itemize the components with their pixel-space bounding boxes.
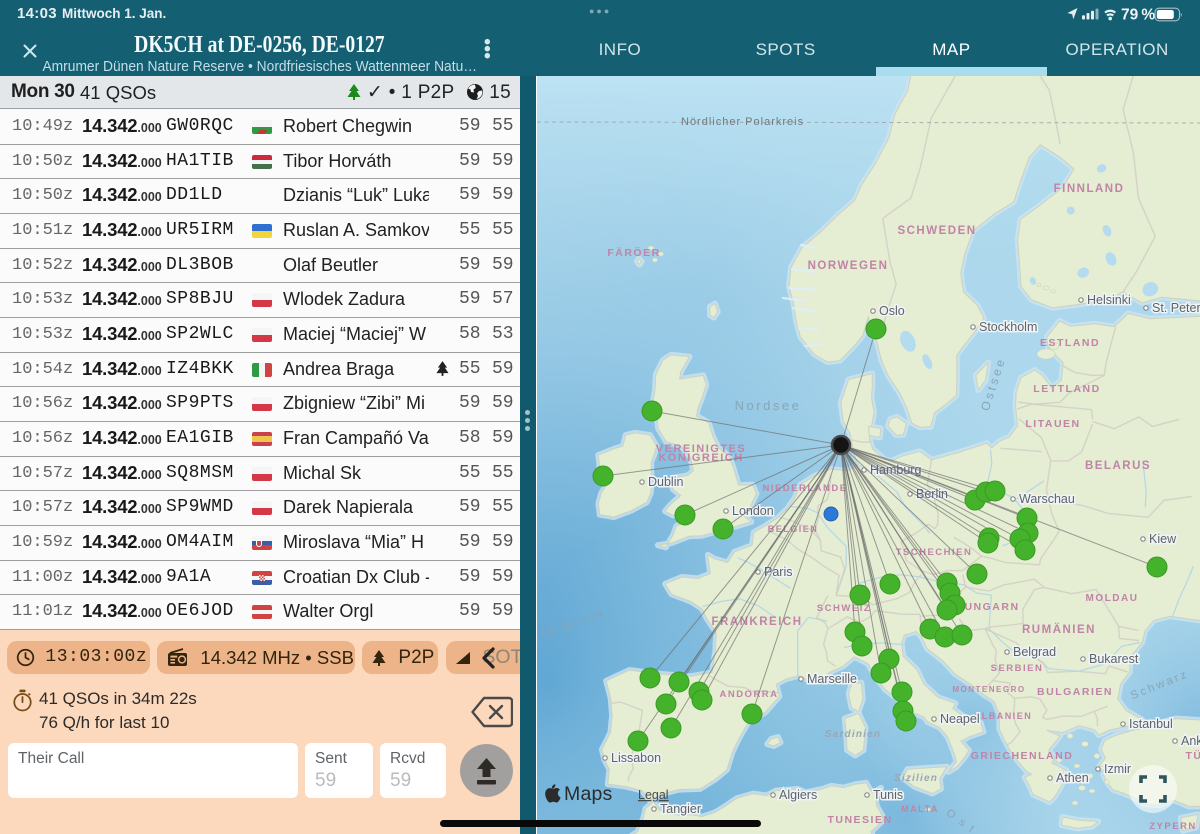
svg-text:Nordsee: Nordsee: [735, 398, 802, 413]
svg-text:Sizilien: Sizilien: [894, 773, 938, 784]
svg-text:TÜ: TÜ: [1186, 749, 1200, 762]
svg-text:MOLDAU: MOLDAU: [1086, 593, 1139, 604]
svg-text:Marseille: Marseille: [807, 672, 857, 686]
svg-text:Sardinien: Sardinien: [825, 729, 881, 740]
svg-text:79 %: 79 %: [1121, 7, 1155, 24]
svg-text:NORWEGEN: NORWEGEN: [808, 260, 889, 272]
svg-text:TUNESIEN: TUNESIEN: [827, 814, 892, 826]
svg-text:FRANKREICH: FRANKREICH: [711, 616, 802, 628]
svg-text:RUMÄNIEN: RUMÄNIEN: [1022, 623, 1096, 636]
svg-text:Tunis: Tunis: [873, 788, 903, 802]
svg-text:ESTLAND: ESTLAND: [1040, 337, 1100, 349]
svg-text:Bukarest: Bukarest: [1089, 652, 1139, 666]
svg-text:Istanbul: Istanbul: [1129, 717, 1173, 731]
svg-text:Maps: Maps: [564, 783, 613, 805]
svg-text:SERBIEN: SERBIEN: [991, 663, 1044, 674]
svg-text:Stockholm: Stockholm: [979, 320, 1037, 334]
svg-text:Tangier: Tangier: [660, 802, 701, 816]
svg-text:Neapel: Neapel: [940, 712, 980, 726]
svg-text:Helsinki: Helsinki: [1087, 293, 1131, 307]
svg-text:MONTENEGRO: MONTENEGRO: [952, 685, 1025, 694]
svg-text:FINNLAND: FINNLAND: [1054, 183, 1125, 195]
svg-text:Warschau: Warschau: [1019, 492, 1075, 506]
svg-text:Oslo: Oslo: [879, 304, 905, 318]
svg-text:Nördlicher Polarkreis: Nördlicher Polarkreis: [681, 116, 804, 128]
svg-text:Anka: Anka: [1181, 734, 1200, 748]
svg-text:ZYPERN: ZYPERN: [1149, 821, 1197, 832]
svg-text:Kiew: Kiew: [1149, 532, 1177, 546]
svg-text:St. Petersb: St. Petersb: [1152, 301, 1200, 315]
svg-text:ALBANIEN: ALBANIEN: [974, 711, 1033, 721]
svg-text:Legal: Legal: [638, 788, 669, 802]
svg-text:Algiers: Algiers: [779, 788, 817, 802]
svg-text:BULGARIEN: BULGARIEN: [1037, 686, 1113, 698]
svg-text:UNGARN: UNGARN: [964, 601, 1019, 613]
svg-text:LITAUEN: LITAUEN: [1025, 418, 1080, 430]
svg-text:LETTLAND: LETTLAND: [1033, 383, 1100, 395]
svg-text:London: London: [732, 504, 774, 518]
svg-text:BELARUS: BELARUS: [1085, 460, 1151, 472]
svg-text:Lissabon: Lissabon: [611, 751, 661, 765]
svg-text:MALTA: MALTA: [901, 804, 939, 814]
svg-text:FÄRÖER: FÄRÖER: [607, 246, 660, 259]
svg-text:GRIECHENLAND: GRIECHENLAND: [971, 750, 1074, 762]
svg-text:Belgrad: Belgrad: [1013, 645, 1056, 659]
svg-text:Izmir: Izmir: [1104, 762, 1131, 776]
svg-text:ANDORRA: ANDORRA: [719, 689, 778, 700]
svg-text:KÖNIGREICH: KÖNIGREICH: [658, 451, 743, 464]
svg-text:Dublin: Dublin: [648, 475, 683, 489]
svg-text:Athen: Athen: [1056, 771, 1089, 785]
svg-text:SCHWEDEN: SCHWEDEN: [897, 225, 976, 237]
